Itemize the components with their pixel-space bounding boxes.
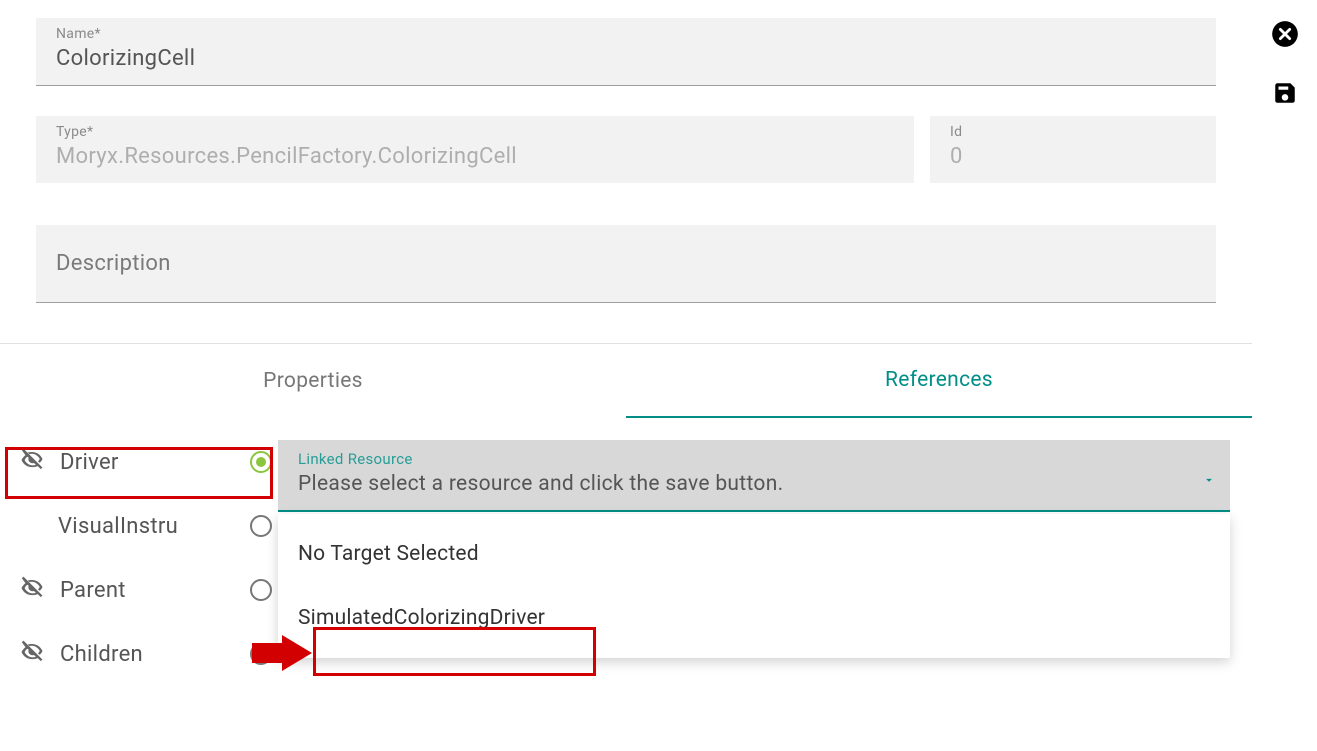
visibility-off-icon — [18, 573, 46, 607]
tab-properties[interactable]: Properties — [0, 344, 626, 418]
reference-item-label: Children — [60, 642, 236, 667]
dropdown-option-label: SimulatedColorizingDriver — [298, 606, 545, 630]
tab-references-label: References — [885, 368, 993, 392]
close-button[interactable] — [1271, 20, 1299, 52]
linked-resource-label: Linked Resource — [298, 450, 1210, 468]
reference-item-label: Parent — [60, 578, 236, 603]
radio-unselected[interactable] — [250, 515, 272, 537]
tab-references[interactable]: References — [626, 344, 1252, 418]
header-form: Name* ColorizingCell Type* Moryx.Resourc… — [0, 0, 1252, 303]
save-icon — [1272, 80, 1298, 106]
reference-item-parent[interactable]: Parent — [12, 558, 278, 622]
tab-bar: Properties References — [0, 344, 1252, 418]
visibility-off-icon — [18, 637, 46, 671]
linked-resource-placeholder: Please select a resource and click the s… — [298, 472, 1210, 496]
dropdown-option-simulated-driver[interactable]: SimulatedColorizingDriver — [278, 586, 1230, 650]
linked-resource-area: Linked Resource Please select a resource… — [278, 418, 1252, 686]
radio-unselected[interactable] — [250, 643, 272, 665]
action-bar — [1252, 0, 1317, 751]
dropdown-option-no-target[interactable]: No Target Selected — [278, 522, 1230, 586]
id-field: Id 0 — [930, 116, 1216, 183]
radio-unselected[interactable] — [250, 579, 272, 601]
name-field[interactable]: Name* ColorizingCell — [36, 18, 1216, 86]
name-label: Name* — [56, 26, 1196, 42]
name-value: ColorizingCell — [56, 46, 1196, 71]
reference-item-driver[interactable]: Driver — [12, 430, 278, 494]
type-value: Moryx.Resources.PencilFactory.Colorizing… — [56, 144, 894, 169]
type-label: Type* — [56, 124, 894, 140]
reference-item-visualinstru[interactable]: VisualInstru — [12, 494, 278, 558]
reference-list: Driver VisualInstru Parent Children — [0, 418, 278, 686]
description-label: Description — [56, 251, 1196, 276]
dropdown-option-label: No Target Selected — [298, 542, 479, 566]
visibility-off-icon — [18, 445, 46, 479]
close-icon — [1271, 20, 1299, 48]
reference-item-children[interactable]: Children — [12, 622, 278, 686]
radio-selected[interactable] — [250, 451, 272, 473]
reference-item-label: Driver — [60, 450, 236, 475]
type-field: Type* Moryx.Resources.PencilFactory.Colo… — [36, 116, 914, 183]
chevron-down-icon — [1202, 472, 1216, 491]
linked-resource-select[interactable]: Linked Resource Please select a resource… — [278, 440, 1230, 512]
id-value: 0 — [950, 144, 1196, 169]
description-field[interactable]: Description — [36, 225, 1216, 303]
linked-resource-dropdown: No Target Selected SimulatedColorizingDr… — [278, 514, 1230, 658]
id-label: Id — [950, 124, 1196, 140]
tab-properties-label: Properties — [263, 369, 363, 393]
reference-item-label: VisualInstru — [58, 514, 236, 539]
save-button[interactable] — [1272, 80, 1298, 110]
